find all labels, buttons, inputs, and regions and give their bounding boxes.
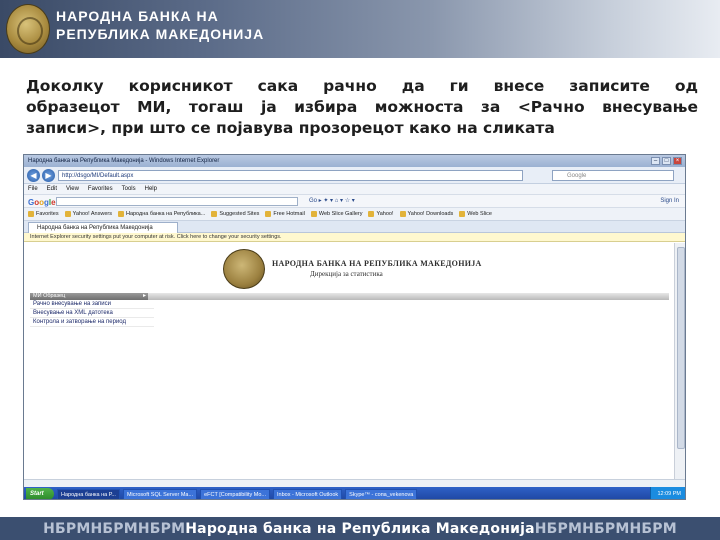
google-sign-in[interactable]: Sign In <box>660 195 679 208</box>
start-button[interactable]: Start <box>26 488 54 499</box>
yahoo-icon <box>399 211 406 217</box>
browser-search-input[interactable]: Google <box>552 170 674 181</box>
windows-taskbar: Start Народна банка на Р... Microsoft SQ… <box>24 487 685 499</box>
menu-view[interactable]: View <box>66 184 79 194</box>
yahoo-icon <box>64 211 71 217</box>
footer-repeat-left: НБРМНБРМНБРМ <box>43 520 186 537</box>
fav-link[interactable]: Yahoo! Downloads <box>399 208 453 220</box>
window-controls: – □ × <box>651 157 682 165</box>
back-arrow-icon[interactable]: ◀ <box>27 169 40 182</box>
nbrm-seal-logo <box>223 249 265 289</box>
footer-repeat-right: НБРМНБРМНБРМ <box>534 520 677 537</box>
bank-name-line2: РЕПУБЛИКА МАКЕДОНИЈА <box>56 26 265 42</box>
window-title: Народна банка на Република Македонија - … <box>28 158 220 164</box>
favorites-button[interactable]: Favorites <box>28 208 59 220</box>
system-tray-clock[interactable]: 12:09 PM <box>650 487 685 499</box>
url-input[interactable]: http://dsgo/MI/Default.aspx <box>58 170 523 181</box>
fav-link[interactable]: Free Hotmail <box>265 208 305 220</box>
web-page-content: НАРОДНА БАНКА НА РЕПУБЛИКА МАКЕДОНИЈА Ди… <box>24 243 675 479</box>
menu-file[interactable]: File <box>28 184 38 194</box>
page-icon <box>117 211 124 217</box>
bank-name-line1: НАРОДНА БАНКА НА <box>56 8 219 24</box>
menu-help[interactable]: Help <box>145 184 157 194</box>
address-bar-row: ◀ ▶ http://dsgo/MI/Default.aspx Google <box>24 167 685 184</box>
vertical-scrollbar[interactable] <box>674 243 685 479</box>
menu-item-period-control[interactable]: Контрола и затворање на период <box>30 318 154 327</box>
page-icon <box>211 211 218 217</box>
security-info-bar[interactable]: Internet Explorer security settings put … <box>24 233 685 242</box>
instruction-paragraph: Доколку корисникот сака рачно да ги внес… <box>26 76 698 139</box>
fav-link[interactable]: Народна банка на Република... <box>117 208 205 220</box>
close-icon[interactable]: × <box>673 157 682 165</box>
google-logo: Google <box>28 198 56 207</box>
browser-statusbar <box>24 479 685 487</box>
paragraph-line-2: образецот МИ, тогаш ја избира можноста з… <box>26 98 698 116</box>
menu-edit[interactable]: Edit <box>47 184 57 194</box>
page-title: НАРОДНА БАНКА НА РЕПУБЛИКА МАКЕДОНИЈА <box>272 259 482 268</box>
browser-screenshot: Народна банка на Република Македонија - … <box>23 154 686 500</box>
menu-favorites[interactable]: Favorites <box>88 184 113 194</box>
fav-link[interactable]: Web Slice <box>459 208 492 220</box>
page-subtitle: Дирекција за статистика <box>310 270 383 278</box>
mi-submenu: Рачно внесување на записи Внесување на X… <box>30 300 154 327</box>
page-icon <box>310 211 317 217</box>
fav-link[interactable]: Suggested Sites <box>211 208 259 220</box>
presentation-slide: НАРОДНА БАНКА НА РЕПУБЛИКА МАКЕДОНИЈА До… <box>0 0 720 540</box>
favorites-bar: Favorites Yahoo! Answers Народна банка н… <box>24 208 685 221</box>
fav-link[interactable]: Yahoo! <box>368 208 394 220</box>
taskbar-item[interactable]: Skype™ - сопa_vekenova <box>345 488 418 499</box>
taskbar-item[interactable]: eFCT [Compatibility Mo... <box>200 488 271 499</box>
browser-titlebar: Народна банка на Република Македонија - … <box>24 155 685 167</box>
google-tools[interactable]: Go ▸ ✦ ▾ ⌂ ▾ ☆ ▾ <box>309 195 355 208</box>
star-icon <box>28 211 34 217</box>
fav-link[interactable]: Web Slice Gallery <box>310 208 362 220</box>
page-icon <box>459 211 466 217</box>
forward-arrow-icon[interactable]: ▶ <box>42 169 55 182</box>
mi-form-menu[interactable]: МИ Образец <box>30 293 148 300</box>
menu-item-xml-import[interactable]: Внесување на XML датотека <box>30 309 154 318</box>
fav-link[interactable]: Yahoo! Answers <box>64 208 112 220</box>
taskbar-item[interactable]: Microsoft SQL Server Ma... <box>122 488 198 499</box>
maximize-icon[interactable]: □ <box>662 157 671 165</box>
minimize-icon[interactable]: – <box>651 157 660 165</box>
footer-bank-name: Народна банка на Република Македонија <box>185 520 535 537</box>
google-toolbar: Google Go ▸ ✦ ▾ ⌂ ▾ ☆ ▾ Sign In <box>24 195 685 208</box>
browser-menubar: File Edit View Favorites Tools Help <box>24 184 685 195</box>
taskbar-item[interactable]: Народна банка на Р... <box>57 488 120 499</box>
header-band: НАРОДНА БАНКА НА РЕПУБЛИКА МАКЕДОНИЈА <box>0 0 720 58</box>
bank-seal-logo <box>6 4 50 54</box>
taskbar-item[interactable]: Inbox - Microsoft Outlook <box>273 488 343 499</box>
browser-tab[interactable]: Народна банка на Република Македонија <box>28 222 178 233</box>
menu-tools[interactable]: Tools <box>122 184 136 194</box>
footer-band: НБРМНБРМНБРМ Народна банка на Република … <box>0 517 720 540</box>
paragraph-line-1: Доколку корисникот сака рачно да ги внес… <box>26 77 698 95</box>
paragraph-line-3: записи>, при што се појавува прозорецот … <box>26 119 555 137</box>
browser-tab-row: Народна банка на Република Македонија <box>24 221 685 233</box>
yahoo-icon <box>368 211 375 217</box>
page-icon <box>265 211 272 217</box>
google-search-input[interactable] <box>56 197 298 206</box>
menu-item-manual-entry[interactable]: Рачно внесување на записи <box>30 300 154 309</box>
